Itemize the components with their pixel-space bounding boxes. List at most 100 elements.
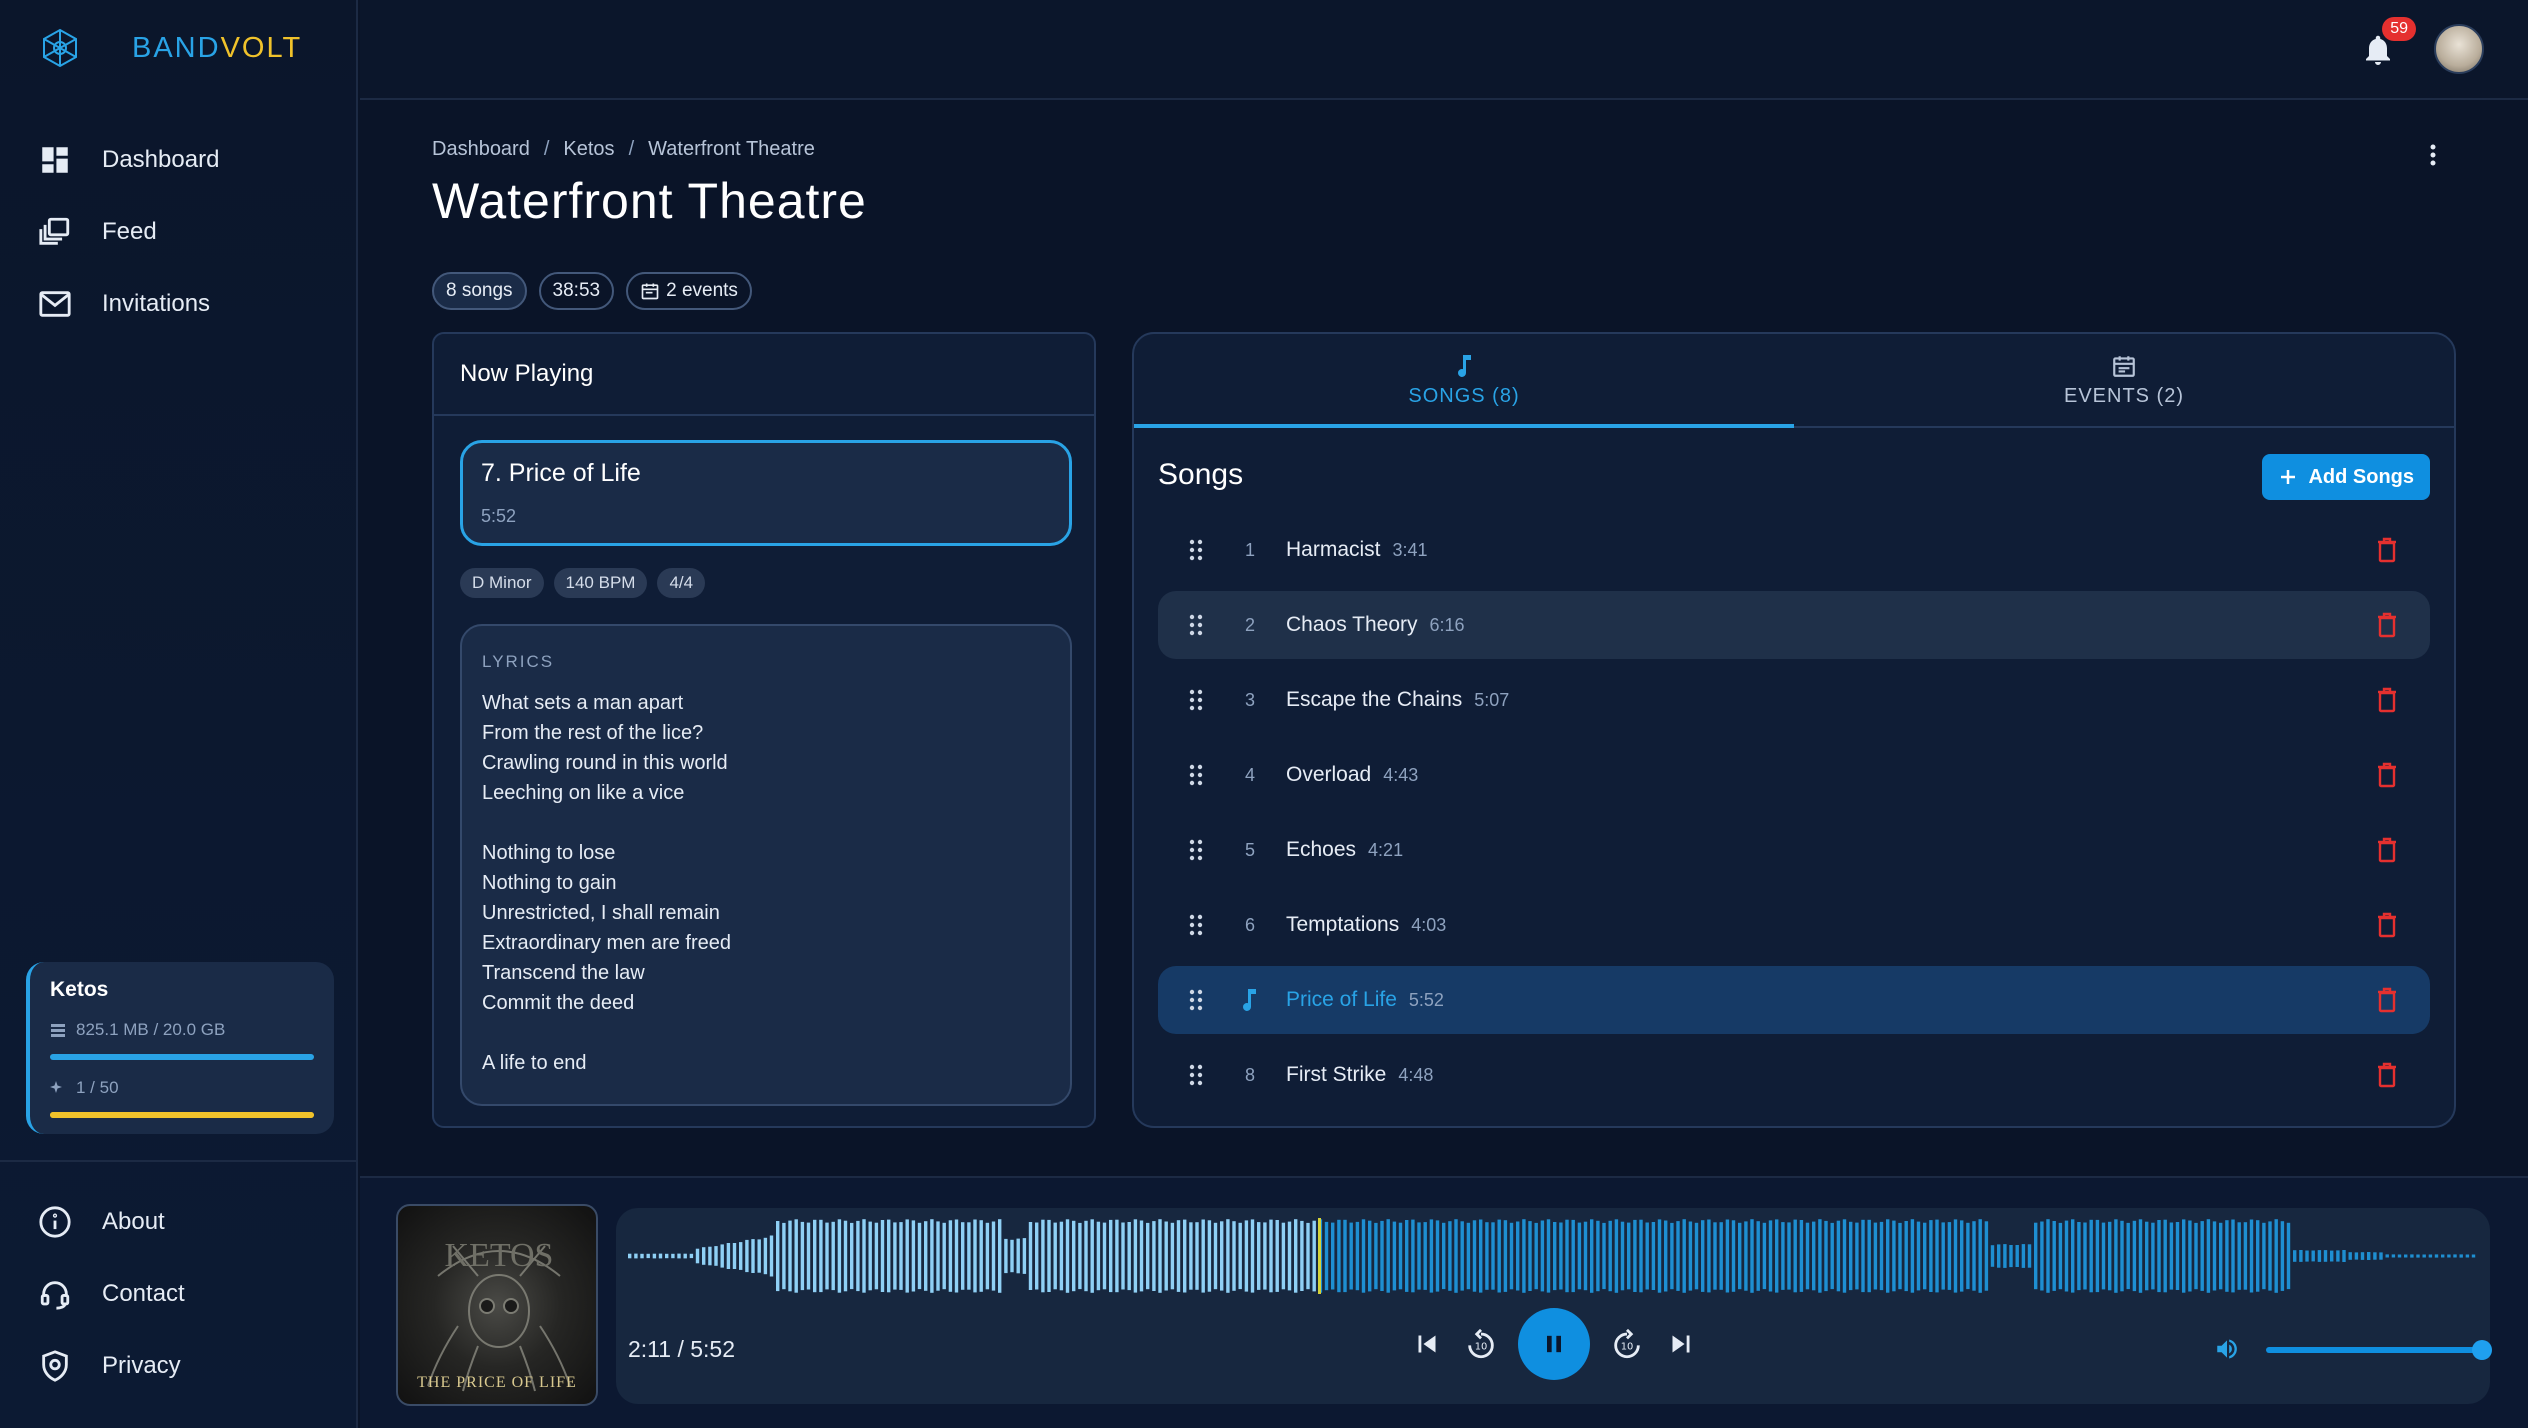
waveform-bar — [677, 1253, 681, 1259]
waveform-bar — [2169, 1222, 2174, 1290]
band-storage-card[interactable]: Ketos 825.1 MB / 20.0 GB 1 / 50 — [26, 962, 334, 1134]
events-chip[interactable]: 2 events — [626, 272, 752, 310]
song-row[interactable]: 5 Echoes 4:21 — [1158, 816, 2430, 884]
lyrics-line: Transcend the law — [482, 962, 645, 984]
breadcrumb-band[interactable]: Ketos — [563, 138, 614, 161]
nav-item-invitations[interactable]: Invitations — [38, 268, 219, 340]
song-row[interactable]: 3 Escape the Chains 5:07 — [1158, 666, 2430, 734]
waveform-bar — [2280, 1221, 2285, 1291]
waveform-bar — [2040, 1221, 2044, 1291]
waveform-bar — [1503, 1220, 1508, 1292]
add-songs-button[interactable]: Add Songs — [2262, 454, 2430, 500]
breadcrumb-dashboard[interactable]: Dashboard — [432, 138, 530, 161]
forward-10-icon[interactable]: 10 — [1610, 1327, 1644, 1361]
waveform-bar — [776, 1221, 780, 1292]
waveform-bar — [1590, 1219, 1594, 1293]
song-title-group: Temptations 4:03 — [1286, 913, 1446, 937]
delete-icon[interactable] — [2376, 687, 2398, 713]
waveform-bar — [2212, 1221, 2217, 1291]
delete-icon[interactable] — [2376, 837, 2398, 863]
waveform-bar — [1041, 1219, 1045, 1293]
waveform-bar — [1250, 1219, 1255, 1293]
waveform-bar — [2077, 1222, 2081, 1291]
drag-handle-icon[interactable] — [1188, 613, 1204, 637]
waveform-bar — [751, 1239, 755, 1273]
band-name: Ketos — [50, 978, 109, 1001]
volume-slider[interactable] — [2266, 1347, 2480, 1353]
tab-songs[interactable]: SONGS (8) — [1134, 334, 1794, 428]
song-row[interactable]: 4 Overload 4:43 — [1158, 741, 2430, 809]
delete-icon[interactable] — [2376, 762, 2398, 788]
waveform-bar — [1793, 1219, 1797, 1293]
song-row[interactable]: 1 Harmacist 3:41 — [1158, 516, 2430, 584]
waveform-bar — [1941, 1222, 1945, 1290]
waveform-bar — [1183, 1219, 1187, 1293]
members-row: 1 / 50 — [50, 1078, 314, 1098]
delete-icon[interactable] — [2376, 612, 2398, 638]
more-options-icon[interactable] — [2420, 140, 2446, 170]
volume-slider-thumb[interactable] — [2472, 1340, 2492, 1360]
waveform-bar — [1460, 1221, 1464, 1291]
lyrics-line: Nothing to gain — [482, 872, 617, 894]
lyrics-line: Leeching on like a vice — [482, 782, 685, 804]
top-bar: 59 — [360, 0, 2528, 100]
waveform-bar — [1565, 1219, 1569, 1293]
playhead[interactable] — [1318, 1218, 1321, 1294]
delete-icon[interactable] — [2376, 537, 2398, 563]
drag-handle-icon[interactable] — [1188, 688, 1204, 712]
drag-handle-icon[interactable] — [1188, 988, 1204, 1012]
tab-events[interactable]: EVENTS (2) — [1794, 334, 2454, 426]
drag-handle-icon[interactable] — [1188, 538, 1204, 562]
nav-item-about[interactable]: About — [38, 1186, 185, 1258]
logo-icon — [43, 28, 77, 68]
waveform-bar — [2397, 1254, 2402, 1258]
waveform-bar — [1016, 1238, 1020, 1274]
nav-item-contact[interactable]: Contact — [38, 1258, 185, 1330]
delete-icon[interactable] — [2376, 912, 2398, 938]
waveform-bar — [1232, 1221, 1236, 1291]
drag-handle-icon[interactable] — [1188, 913, 1204, 937]
waveform-bar — [2422, 1254, 2426, 1258]
skip-previous-icon[interactable] — [1410, 1327, 1444, 1361]
song-row[interactable]: Price of Life 5:52 — [1158, 966, 2430, 1034]
album-cover: KETOS THE PRICE OF LIFE — [396, 1204, 598, 1406]
waveform-bar — [930, 1219, 934, 1293]
waveform-bar — [1263, 1222, 1267, 1290]
waveform-bar — [2360, 1252, 2365, 1260]
pause-button[interactable] — [1518, 1308, 1590, 1380]
drag-handle-icon[interactable] — [1188, 838, 1204, 862]
waveform-bar — [1084, 1220, 1088, 1292]
waveform-bar — [2021, 1244, 2026, 1268]
waveform-seek-bar[interactable] — [628, 1214, 2478, 1298]
waveform-bar — [1762, 1222, 1767, 1290]
waveform-bar — [948, 1220, 953, 1292]
waveform-bar — [1787, 1222, 1791, 1290]
waveform-bar — [2434, 1254, 2439, 1258]
song-row[interactable]: 6 Temptations 4:03 — [1158, 891, 2430, 959]
info-icon — [39, 1206, 71, 1238]
waveform-bar — [2317, 1250, 2322, 1262]
drag-handle-icon[interactable] — [1188, 763, 1204, 787]
skip-next-icon[interactable] — [1664, 1327, 1698, 1361]
waveform-bar — [893, 1222, 897, 1290]
volume-icon[interactable] — [2214, 1336, 2240, 1362]
rewind-10-icon[interactable]: 10 — [1464, 1327, 1498, 1361]
nav-item-feed[interactable]: Feed — [38, 196, 219, 268]
nav-item-dashboard[interactable]: Dashboard — [38, 124, 219, 196]
delete-icon[interactable] — [2376, 1062, 2398, 1088]
drag-handle-icon[interactable] — [1188, 1063, 1204, 1087]
waveform-bar — [1608, 1220, 1612, 1292]
waveform-bar — [1583, 1221, 1588, 1291]
waveform-bar — [2175, 1222, 2180, 1290]
logo[interactable]: BANDVOLT — [38, 26, 302, 70]
delete-icon[interactable] — [2376, 987, 2398, 1013]
current-song-card[interactable]: 7. Price of Life 5:52 — [460, 440, 1072, 546]
waveform-bar — [763, 1237, 768, 1275]
nav-item-privacy[interactable]: Privacy — [38, 1330, 185, 1402]
song-duration: 4:43 — [1383, 765, 1419, 785]
waveform-bar — [2379, 1252, 2383, 1260]
avatar[interactable] — [2434, 24, 2484, 74]
song-row[interactable]: 2 Chaos Theory 6:16 — [1158, 591, 2430, 659]
song-duration: 4:21 — [1368, 840, 1404, 860]
song-row[interactable]: 8 First Strike 4:48 — [1158, 1041, 2430, 1109]
